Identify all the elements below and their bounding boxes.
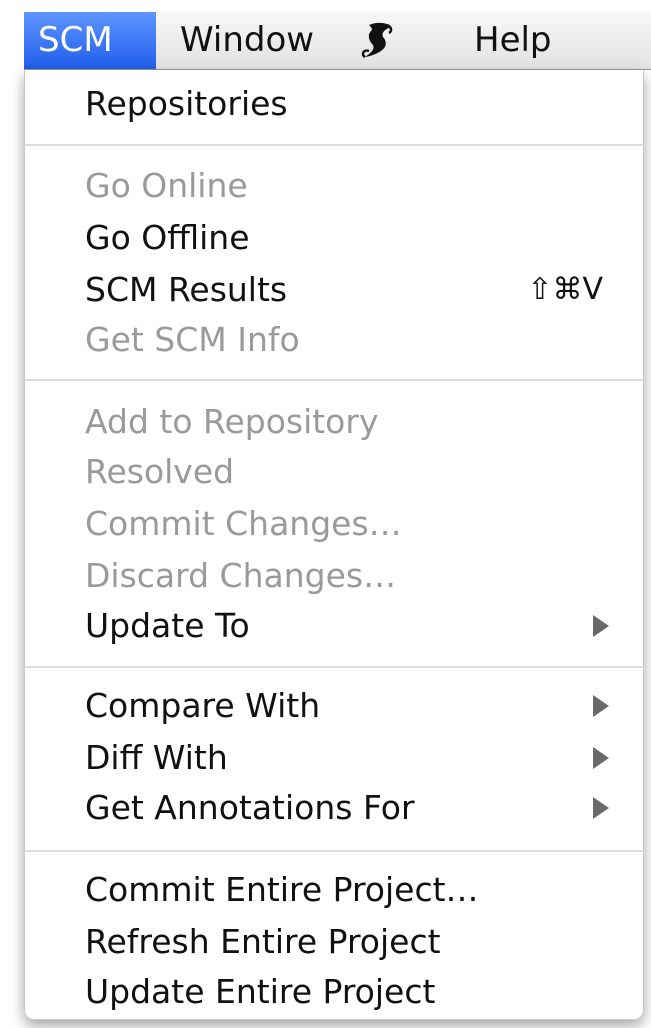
menu-item-label: Update To bbox=[85, 606, 250, 645]
menu-item-discard-changes: Discard Changes… bbox=[85, 556, 397, 595]
menu-item-go-online: Go Online bbox=[85, 166, 248, 205]
menubar-scm[interactable]: SCM bbox=[24, 12, 156, 69]
script-scroll-icon bbox=[361, 22, 393, 58]
submenu-arrow-icon bbox=[593, 797, 609, 819]
menubar-help[interactable]: Help bbox=[460, 12, 566, 69]
menu-item-get-scm-info: Get SCM Info bbox=[85, 320, 300, 359]
submenu-arrow-icon bbox=[593, 615, 609, 637]
menu-item-update-entire-project[interactable]: Update Entire Project bbox=[25, 966, 643, 1018]
menu-separator bbox=[25, 379, 643, 382]
menu-item-scm-results[interactable]: SCM Results ⇧⌘V bbox=[25, 264, 643, 316]
submenu-arrow-icon bbox=[593, 747, 609, 769]
menu-item-label: Compare With bbox=[85, 686, 321, 725]
menubar-window[interactable]: Window bbox=[166, 12, 328, 69]
submenu-arrow-icon bbox=[593, 695, 609, 717]
menu-item-get-annotations-for[interactable]: Get Annotations For bbox=[25, 782, 643, 834]
menu-item-repositories[interactable]: Repositories bbox=[25, 78, 643, 130]
menu-separator bbox=[25, 850, 643, 853]
menu-item-go-offline[interactable]: Go Offline bbox=[25, 212, 643, 264]
menu-item-compare-with[interactable]: Compare With bbox=[25, 680, 643, 732]
menu-item-resolved: Resolved bbox=[85, 452, 235, 491]
menu-separator bbox=[25, 144, 643, 147]
scm-menu: Repositories Go Online Go Offline SCM Re… bbox=[24, 70, 644, 1020]
menu-item-label: SCM Results bbox=[85, 270, 288, 309]
menu-bar: SCM Window Help bbox=[24, 12, 651, 70]
menu-item-refresh-entire-project[interactable]: Refresh Entire Project bbox=[25, 916, 643, 968]
menu-item-label: Diff With bbox=[85, 738, 228, 777]
script-menu-icon[interactable] bbox=[348, 12, 408, 69]
menu-item-commit-changes: Commit Changes… bbox=[85, 504, 402, 543]
menu-item-diff-with[interactable]: Diff With bbox=[25, 732, 643, 784]
keyboard-shortcut: ⇧⌘V bbox=[527, 272, 603, 307]
menu-item-commit-entire-project[interactable]: Commit Entire Project… bbox=[25, 864, 643, 916]
menu-item-update-to[interactable]: Update To bbox=[25, 600, 643, 652]
menu-item-add-to-repository: Add to Repository bbox=[85, 402, 379, 441]
menu-item-label: Get Annotations For bbox=[85, 788, 415, 827]
menu-separator bbox=[25, 666, 643, 669]
